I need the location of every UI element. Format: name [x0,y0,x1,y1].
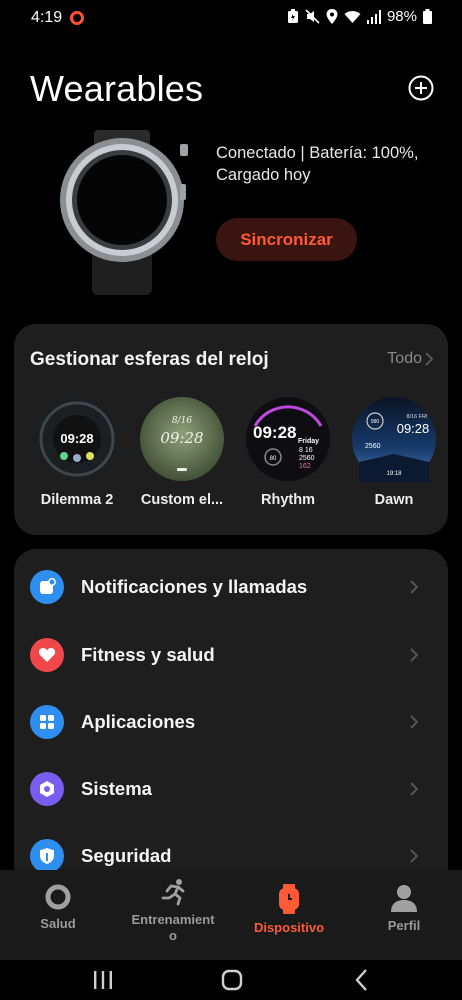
heart-icon [30,638,64,672]
plus-circle-icon[interactable] [408,75,434,101]
device-status: Conectado | Batería: 100%, Cargado hoy [216,144,419,184]
menu-item-apps[interactable]: Aplicaciones [14,692,448,752]
watch-face-thumbnail: 990 8/16 FRI 09:28 2560 19:18 [352,397,436,482]
nav-tab-profile[interactable]: Perfil [354,884,454,934]
face-steps: 2560 [299,455,315,462]
face-date: 8/16 [172,416,192,426]
chevron-right-icon [410,782,418,796]
mute-icon [305,9,320,24]
page-title: Wearables [30,68,204,109]
bottom-navigation: Salud Entrenamient o Dispositivo Perfil [0,870,462,960]
location-icon [326,9,338,24]
sync-button[interactable]: Sincronizar [216,218,357,261]
face-date: 8 16 [299,447,313,454]
face-extra: 80 [270,456,277,462]
menu-item-label: Notificaciones y llamadas [81,576,308,597]
settings-icon [30,772,64,806]
watch-faces-all-link[interactable]: Todo [387,350,422,368]
screen-record-icon [70,11,84,25]
menu-item-label: Fitness y salud [81,644,215,665]
face-time: 09:28 [60,431,93,446]
face-day: Friday [298,438,319,445]
nav-tab-device[interactable]: Dispositivo [239,884,339,936]
watch-face-label: Rhythm [261,492,315,508]
watch-image [60,130,188,295]
nav-tab-training[interactable]: Entrenamient o [123,878,223,944]
watch-face-dawn[interactable]: 990 8/16 FRI 09:28 2560 19:18 Dawn [339,396,449,508]
menu-item-label: Seguridad [81,845,172,866]
battery-icon [423,9,432,24]
watch-face-thumbnail: 8/16 09:28 [140,397,224,481]
home-icon[interactable] [218,967,246,993]
face-time: 09:28 [397,421,430,436]
chevron-right-icon [410,849,418,863]
watch-face-dilemma[interactable]: 09:28 Dilemma 2 [22,396,132,508]
menu-item-label: Aplicaciones [81,711,196,732]
chevron-right-icon [410,580,418,594]
menu-item-fitness[interactable]: Fitness y salud [14,625,448,685]
watch-faces-title: Gestionar esferas del reloj [30,349,269,370]
nav-label: Perfil [387,918,421,933]
watch-face-label: Dawn [374,492,414,508]
chevron-right-icon [410,715,418,729]
watch-face-thumbnail: 09:28 [35,397,119,481]
nav-label: Dispositivo [253,920,325,935]
wifi-icon [344,10,361,23]
menu-item-notifications[interactable]: Notificaciones y llamadas [14,557,448,617]
running-icon [161,879,185,906]
face-top: 990 [371,419,380,425]
nav-tab-health[interactable]: Salud [8,884,108,932]
status-icons: 98% [287,8,432,25]
notification-icon [30,570,64,604]
back-icon[interactable] [348,967,376,993]
settings-menu-card: Notificaciones y llamadas Fitness y salu… [14,549,448,889]
watch-icon [279,884,299,914]
watch-face-thumbnail: 09:28 Friday 8 16 2560 162 80 [246,397,330,481]
person-icon [391,885,417,912]
face-steps: 2560 [365,443,381,450]
nav-label: Salud [40,916,76,931]
face-clock: 19:18 [386,471,402,477]
menu-item-system[interactable]: Sistema [14,759,448,819]
face-time: 09:28 [253,423,296,442]
chevron-right-icon[interactable] [424,352,434,366]
watch-face-custom[interactable]: 8/16 09:28 Custom el... [127,396,237,508]
apps-grid-icon [30,705,64,739]
ring-icon [45,884,71,910]
menu-item-label: Sistema [81,778,152,799]
recent-apps-icon[interactable] [89,967,117,993]
face-hr: 162 [299,463,311,470]
shield-icon [30,839,64,873]
chevron-right-icon [410,648,418,662]
battery-saver-icon [287,9,298,23]
watch-faces-card: Gestionar esferas del reloj Todo 09:28 D… [14,324,448,535]
battery-percent: 98% [386,8,417,25]
system-navigation-bar [0,960,462,1000]
signal-icon [366,9,381,24]
nav-label: Entrenamient o [131,912,215,943]
status-bar: 4:19 98% [0,0,462,36]
status-time: 4:19 [31,9,63,26]
watch-face-rhythm[interactable]: 09:28 Friday 8 16 2560 162 80 Rhythm [233,396,343,508]
watch-face-label: Dilemma 2 [40,492,114,508]
face-time: 09:28 [160,429,203,447]
watch-face-label: Custom el... [140,492,224,508]
face-date: 8/16 FRI [406,414,428,420]
